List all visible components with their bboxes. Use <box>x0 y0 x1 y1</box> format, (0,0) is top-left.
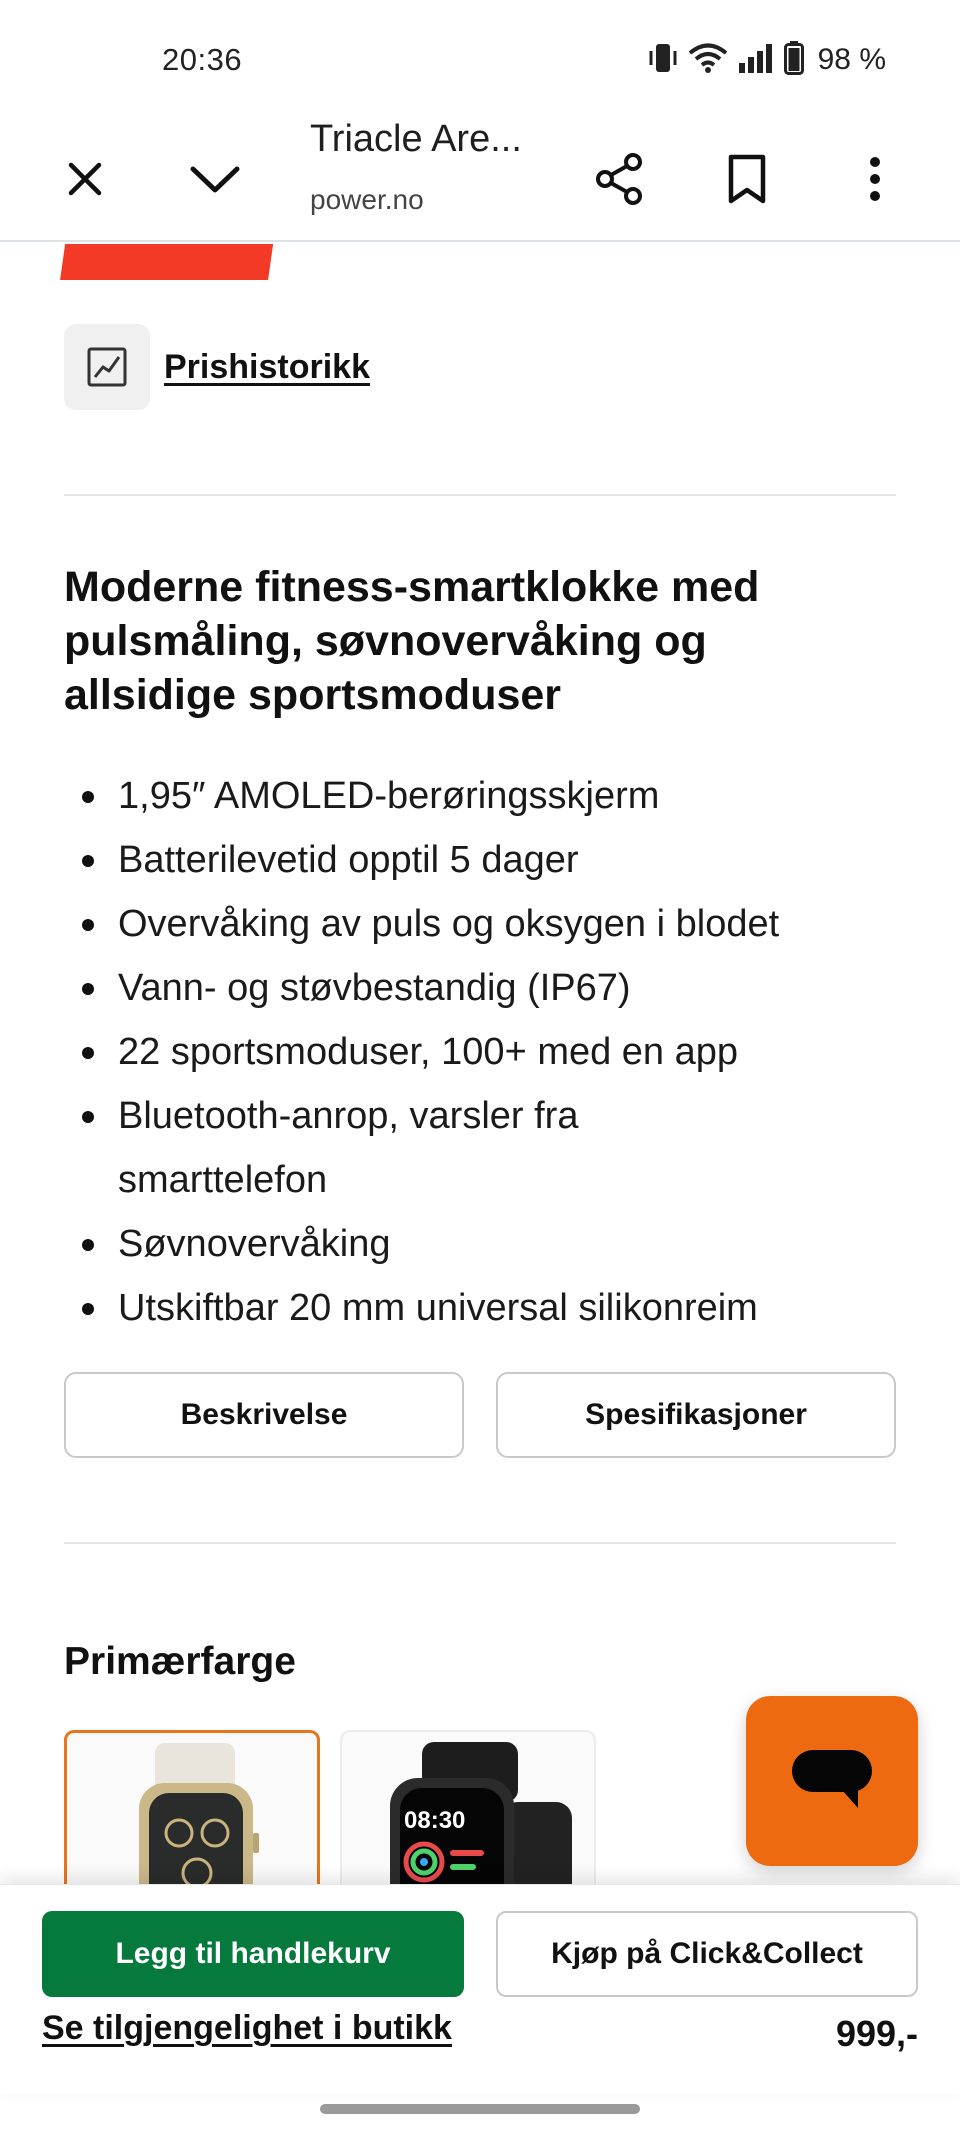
feature-item: 22 sportsmoduser, 100+ med en app <box>64 1020 904 1084</box>
color-section-title: Primærfarge <box>64 1640 296 1683</box>
store-availability-link[interactable]: Se tilgjengelighet i butikk <box>42 2009 452 2048</box>
bottom-action-bar: Legg til handlekurv Kjøp på Click&Collec… <box>0 1884 960 2094</box>
chart-icon[interactable] <box>64 324 150 410</box>
click-collect-button[interactable]: Kjøp på Click&Collect <box>496 1911 918 1997</box>
color-option-gold[interactable] <box>64 1730 320 1884</box>
status-icons: 98 % <box>648 40 886 80</box>
bookmark-icon[interactable] <box>712 144 782 214</box>
chat-bubble-icon <box>792 1750 872 1808</box>
battery-icon <box>783 40 804 80</box>
feature-item: Bluetooth-anrop, varsler fra smarttelefo… <box>64 1084 684 1212</box>
gesture-bar[interactable] <box>320 2104 640 2114</box>
feature-item: Overvåking av puls og oksygen i blodet <box>64 892 904 956</box>
divider <box>64 1542 896 1544</box>
page-domain[interactable]: power.no <box>310 184 424 216</box>
status-time: 20:36 <box>162 42 243 77</box>
feature-item: 1,95″ AMOLED-berøringsskjerm <box>64 764 904 828</box>
add-to-cart-button[interactable]: Legg til handlekurv <box>42 1911 464 1997</box>
wifi-icon <box>688 42 728 79</box>
chat-button[interactable] <box>746 1696 918 1866</box>
price-history-row[interactable]: Prishistorikk <box>64 324 370 410</box>
specifications-button[interactable]: Spesifikasjoner <box>496 1372 896 1458</box>
close-icon[interactable] <box>50 144 120 214</box>
page-content: Prishistorikk Moderne fitness-smartklokk… <box>0 244 960 1884</box>
divider <box>64 494 896 496</box>
feature-item: Søvnovervåking <box>64 1212 904 1276</box>
price-badge <box>60 244 276 280</box>
feature-item: Batterilevetid opptil 5 dager <box>64 828 904 892</box>
watch-screen-time: 08:30 <box>404 1807 465 1834</box>
description-button[interactable]: Beskrivelse <box>64 1372 464 1458</box>
signal-icon <box>738 43 774 78</box>
browser-toolbar: Triacle Are... power.no <box>0 110 960 242</box>
watch-black-image: 08:30 <box>390 1742 572 1884</box>
more-vert-icon[interactable] <box>840 144 910 214</box>
feature-item: Vann- og støvbestandig (IP67) <box>64 956 904 1020</box>
product-headline: Moderne fitness-smartklokke med pulsmåli… <box>64 563 760 719</box>
vibrate-icon <box>648 41 678 80</box>
product-price: 999,- <box>835 2013 918 2054</box>
page-title[interactable]: Triacle Are... <box>310 118 540 161</box>
price-history-link[interactable]: Prishistorikk <box>164 348 370 387</box>
share-icon[interactable] <box>584 144 654 214</box>
watch-gold-image <box>139 1743 259 1884</box>
chevron-down-icon[interactable] <box>180 144 250 214</box>
feature-item: Utskiftbar 20 mm universal silikonreim <box>64 1276 904 1340</box>
battery-percentage: 98 % <box>817 43 886 76</box>
feature-list: 1,95″ AMOLED-berøringsskjerm Batterileve… <box>64 764 904 1340</box>
color-option-black[interactable]: 08:30 <box>340 1730 596 1884</box>
status-bar: 20:36 98 % <box>0 0 960 110</box>
